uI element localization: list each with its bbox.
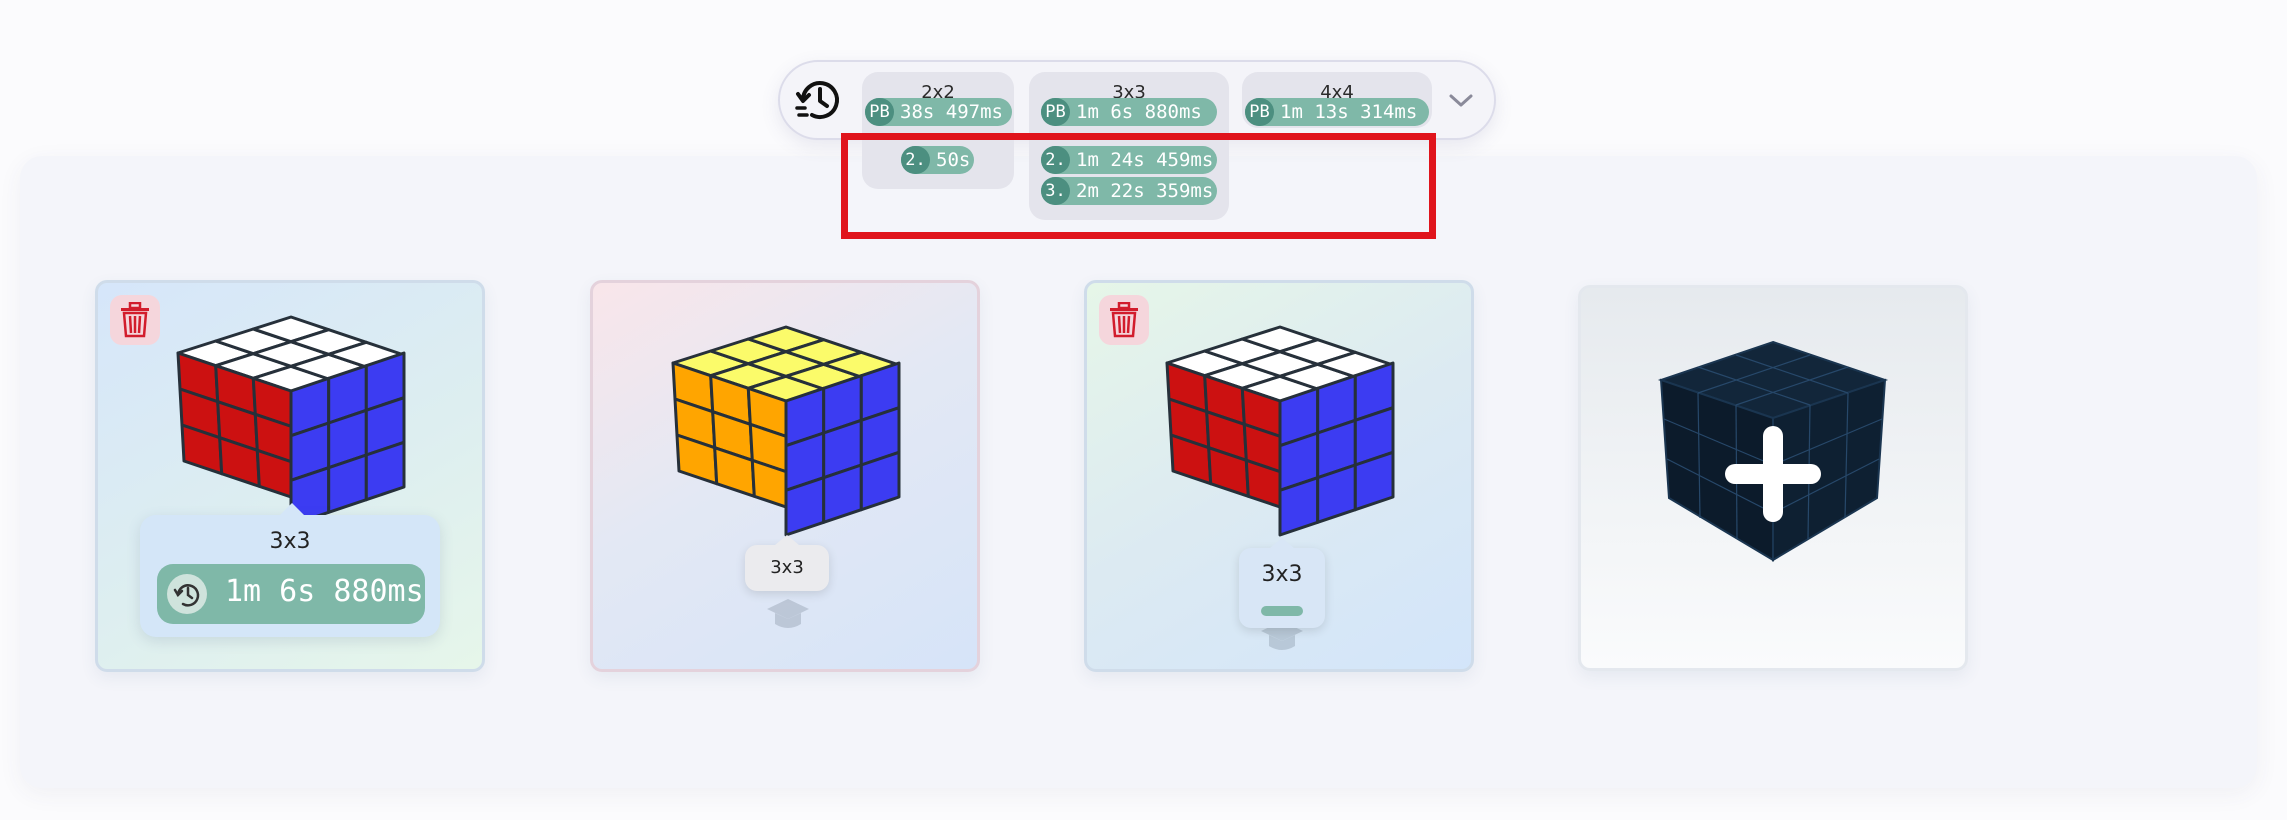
pb-tag: PB <box>865 98 894 126</box>
history-icon <box>167 574 207 614</box>
pb-tag: PB <box>1041 98 1070 126</box>
pb-chip: PB 1m 6s 880ms <box>1041 98 1217 126</box>
progress-bar <box>1261 606 1303 616</box>
puzzle-name: 3x3 <box>1261 562 1303 587</box>
pb-chip: PB 38s 497ms <box>865 98 1012 126</box>
label-arrow <box>1270 538 1294 548</box>
history-column-4x4[interactable]: 4x4 PB 1m 13s 314ms <box>1242 72 1432 128</box>
graduation-cap-icon[interactable] <box>765 597 811 633</box>
trash-icon <box>1110 302 1138 338</box>
cube-icon <box>671 325 901 537</box>
pb-time: 1m 13s 314ms <box>1280 101 1418 123</box>
highlight-box <box>841 133 1436 239</box>
chevron-down-icon[interactable] <box>1446 88 1476 112</box>
timer-popup: 3x3 1m 6s 880ms <box>140 503 440 637</box>
delete-button[interactable] <box>1099 295 1149 345</box>
best-time: 1m 6s 880ms <box>225 574 424 609</box>
history-icon[interactable] <box>792 74 844 126</box>
popup-arrow <box>278 503 306 517</box>
best-time-chip[interactable]: 1m 6s 880ms <box>157 564 425 624</box>
pb-tag: PB <box>1245 98 1274 126</box>
cube-label: 3x3 <box>745 535 829 591</box>
cube-icon <box>1165 325 1395 537</box>
cube-icon <box>176 315 406 527</box>
pb-time: 1m 6s 880ms <box>1076 101 1202 123</box>
add-cube-icon <box>1657 340 1889 562</box>
pb-time: 38s 497ms <box>900 101 1003 123</box>
puzzle-name: 3x3 <box>770 557 804 578</box>
label-arrow <box>775 535 799 545</box>
pb-chip: PB 1m 13s 314ms <box>1245 98 1429 126</box>
delete-button[interactable] <box>110 295 160 345</box>
cube-card[interactable]: 3x3 1m 6s 880ms <box>95 280 485 672</box>
cube-card[interactable]: 3x3 <box>1084 280 1474 672</box>
cube-label: 3x3 <box>1239 538 1325 628</box>
puzzle-name: 3x3 <box>269 529 311 554</box>
trash-icon <box>121 302 149 338</box>
cube-card[interactable]: 3x3 <box>590 280 980 672</box>
add-cube-card[interactable] <box>1578 285 1968 671</box>
